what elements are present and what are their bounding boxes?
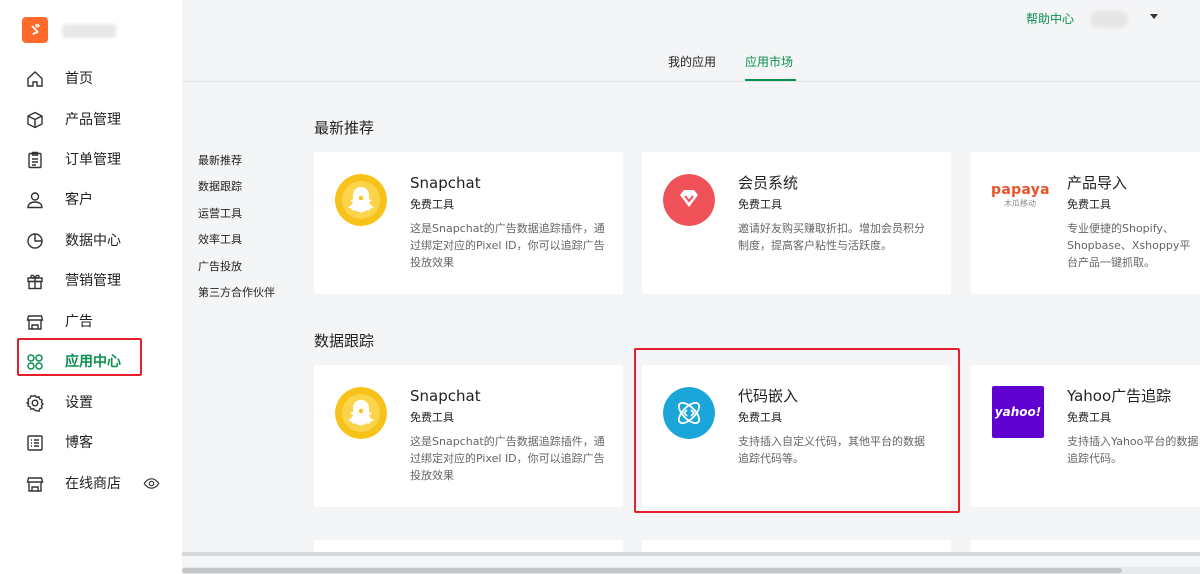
category-partners[interactable]: 第三方合作伙伴	[198, 286, 275, 300]
app-card-snapchat[interactable]: Snapchat 免费工具 这是Snapchat的广告数据追踪插件，通过绑定对应…	[314, 365, 623, 507]
tab-app-market[interactable]: 应用市场	[745, 54, 793, 70]
gift-icon	[25, 271, 45, 291]
sidebar-item-label: 营销管理	[65, 273, 121, 289]
package-icon	[25, 110, 45, 130]
app-card-desc: 这是Snapchat的广告数据追踪插件，通过绑定对应的Pixel ID，你可以追…	[410, 435, 605, 482]
app-card-desc: 支持插入Yahoo平台的数据追踪代码。	[1067, 435, 1199, 465]
category-ad-delivery[interactable]: 广告投放	[198, 260, 242, 274]
home-icon	[25, 69, 45, 89]
store-icon	[25, 312, 45, 332]
sidebar-item-home[interactable]: 首页	[0, 59, 182, 99]
section-title-data-tracking: 数据跟踪	[314, 332, 375, 350]
app-card-tag: 免费工具	[1067, 198, 1111, 211]
scrollbar-thumb[interactable]	[182, 568, 1122, 573]
sidebar-item-customers[interactable]: 客户	[0, 180, 182, 220]
avatar[interactable]	[1090, 10, 1128, 28]
app-card-tag: 免费工具	[410, 198, 454, 211]
papaya-logo-subtext: 木瓜移动	[1004, 199, 1036, 208]
sidebar-item-label: 设置	[65, 395, 93, 411]
pie-chart-icon	[25, 231, 45, 251]
snapchat-icon	[335, 174, 387, 226]
eye-icon[interactable]	[143, 475, 160, 492]
app-card-desc: 邀请好友购买赚取折扣。增加会员积分制度，提高客户粘性与活跃度。	[738, 222, 925, 252]
app-card-title: 产品导入	[1067, 174, 1128, 192]
sidebar-item-online-store[interactable]: 在线商店	[0, 464, 182, 504]
papaya-logo: papaya 木瓜移动	[991, 182, 1050, 216]
papaya-logo-text: papaya	[991, 182, 1050, 198]
category-efficiency-tools[interactable]: 效率工具	[198, 233, 242, 247]
horizontal-scrollbar[interactable]	[182, 567, 1200, 574]
sidebar-item-label: 广告	[65, 314, 93, 330]
clipboard-icon	[25, 150, 45, 170]
sidebar-item-products[interactable]: 产品管理	[0, 100, 182, 140]
app-card-title: 会员系统	[738, 174, 799, 192]
yahoo-logo-text: yahoo!	[994, 405, 1042, 419]
app-card-tag: 免费工具	[738, 198, 782, 211]
sidebar-item-label: 产品管理	[65, 112, 121, 128]
sidebar-item-label: 首页	[65, 71, 93, 87]
category-latest[interactable]: 最新推荐	[198, 154, 242, 168]
sidebar-item-label: 订单管理	[65, 152, 121, 168]
app-card-tag: 免费工具	[1067, 411, 1111, 424]
diamond-icon	[663, 174, 715, 226]
sidebar-item-ads[interactable]: 广告	[0, 302, 182, 342]
app-card-snapchat[interactable]: Snapchat 免费工具 这是Snapchat的广告数据追踪插件，通过绑定对应…	[314, 152, 623, 294]
list-icon	[25, 433, 45, 453]
app-card-title: Snapchat	[410, 387, 481, 405]
chevron-down-icon[interactable]	[1150, 14, 1158, 19]
snapchat-icon	[335, 387, 387, 439]
help-center-link[interactable]: 帮助中心	[1026, 11, 1074, 27]
sidebar-item-settings[interactable]: 设置	[0, 383, 182, 423]
sidebar-item-label: 博客	[65, 435, 93, 451]
category-ops-tools[interactable]: 运营工具	[198, 207, 242, 221]
yahoo-logo: yahoo!	[992, 386, 1044, 438]
category-data-tracking[interactable]: 数据跟踪	[198, 180, 242, 194]
tab-my-apps[interactable]: 我的应用	[668, 54, 716, 70]
sidebar-item-data-center[interactable]: 数据中心	[0, 221, 182, 261]
section-title-latest: 最新推荐	[314, 119, 375, 137]
app-card-yahoo[interactable]: yahoo! Yahoo广告追踪 免费工具 支持插入Yahoo平台的数据追踪代码…	[971, 365, 1200, 507]
app-card-desc: 专业便捷的Shopify、Shopbase、Xshoppy平台产品一键抓取。	[1067, 222, 1191, 269]
gear-icon	[25, 393, 45, 413]
divider	[182, 552, 1200, 556]
app-card-title: Snapchat	[410, 174, 481, 192]
app-card-desc: 这是Snapchat的广告数据追踪插件，通过绑定对应的Pixel ID，你可以追…	[410, 222, 605, 269]
app-card-tag: 免费工具	[410, 411, 454, 424]
sidebar-item-blog[interactable]: 博客	[0, 423, 182, 463]
app-card-product-import[interactable]: papaya 木瓜移动 产品导入 免费工具 专业便捷的Shopify、Shopb…	[971, 152, 1200, 294]
app-card-membership[interactable]: 会员系统 免费工具 邀请好友购买赚取折扣。增加会员积分制度，提高客户粘性与活跃度…	[642, 152, 951, 294]
divider	[182, 81, 1200, 82]
highlight-box-card	[634, 348, 960, 513]
user-icon	[25, 190, 45, 210]
store-name-blurred	[62, 24, 116, 38]
store-icon	[25, 474, 45, 494]
sidebar-item-orders[interactable]: 订单管理	[0, 140, 182, 180]
app-card-title: Yahoo广告追踪	[1067, 387, 1172, 405]
sidebar: ゞ 首页 产品管理 订单管理 客户 数据中心 营销管理 广告 应用中心 设置 博…	[0, 0, 182, 574]
sidebar-item-label: 在线商店	[65, 476, 121, 492]
sidebar-item-label: 客户	[65, 192, 93, 208]
sidebar-item-marketing[interactable]: 营销管理	[0, 261, 182, 301]
highlight-box-nav	[17, 338, 142, 376]
sidebar-item-label: 数据中心	[65, 233, 121, 249]
brand-logo[interactable]: ゞ	[22, 17, 48, 43]
